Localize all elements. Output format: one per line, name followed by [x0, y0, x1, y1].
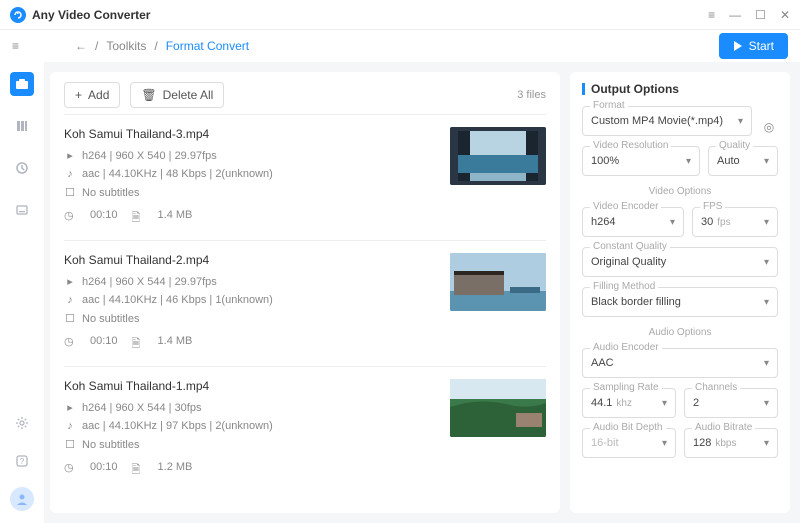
- subtitle-icon: ☐: [64, 186, 76, 199]
- chevron-down-icon: ▾: [764, 358, 769, 369]
- clock-icon: ◷: [64, 209, 76, 228]
- chevron-down-icon: ▾: [764, 156, 769, 167]
- file-icon: 🗎: [132, 209, 144, 228]
- minimize-icon[interactable]: —: [729, 8, 741, 22]
- trash-icon: 🗑: [141, 88, 156, 102]
- chevron-down-icon: ▾: [764, 217, 769, 228]
- file-name: Koh Samui Thailand-1.mp4: [64, 379, 436, 393]
- crumb-current: Format Convert: [166, 39, 249, 53]
- subtitle-icon: ☐: [64, 438, 76, 451]
- audio-icon: ♪: [64, 168, 76, 180]
- clock-icon: ◷: [64, 335, 76, 354]
- sidebar: ?: [0, 62, 44, 523]
- audio-section-label: Audio Options: [582, 327, 778, 338]
- file-count: 3 files: [517, 89, 546, 101]
- chevron-down-icon: ▾: [662, 438, 667, 449]
- svg-text:?: ?: [20, 457, 25, 466]
- thumbnail: [450, 127, 546, 185]
- sidebar-subtitle-icon[interactable]: [10, 198, 34, 222]
- avatar[interactable]: [10, 487, 34, 511]
- chevron-down-icon: ▾: [738, 116, 743, 127]
- chevron-down-icon: ▾: [662, 398, 667, 409]
- video-section-label: Video Options: [582, 186, 778, 197]
- toolbar: ≡ ← / Toolkits / Format Convert Start: [0, 30, 800, 62]
- sidebar-toolkit-icon[interactable]: [10, 72, 34, 96]
- thumbnail: [450, 379, 546, 437]
- add-button[interactable]: +Add: [64, 82, 120, 108]
- close-icon[interactable]: ✕: [780, 8, 790, 22]
- file-icon: 🗎: [132, 461, 144, 480]
- sidebar-library-icon[interactable]: [10, 114, 34, 138]
- file-item[interactable]: Koh Samui Thailand-1.mp4 ▸h264 | 960 X 5…: [64, 366, 546, 492]
- video-icon: ▸: [64, 149, 76, 162]
- chevron-down-icon: ▾: [670, 217, 675, 228]
- file-list: +Add 🗑Delete All 3 files Koh Samui Thail…: [50, 72, 560, 513]
- chevron-down-icon: ▾: [764, 257, 769, 268]
- plus-icon: +: [75, 88, 82, 102]
- video-icon: ▸: [64, 275, 76, 288]
- crumb-root[interactable]: Toolkits: [106, 39, 146, 53]
- breadcrumb: ← / Toolkits / Format Convert: [75, 39, 249, 53]
- subtitle-icon: ☐: [64, 312, 76, 325]
- chevron-down-icon: ▾: [764, 398, 769, 409]
- chevron-down-icon: ▾: [764, 438, 769, 449]
- file-item[interactable]: Koh Samui Thailand-2.mp4 ▸h264 | 960 X 5…: [64, 240, 546, 366]
- menu-icon[interactable]: ≡: [12, 39, 19, 53]
- clock-icon: ◷: [64, 461, 76, 480]
- file-icon: 🗎: [132, 335, 144, 354]
- thumbnail: [450, 253, 546, 311]
- sidebar-history-icon[interactable]: [10, 156, 34, 180]
- file-name: Koh Samui Thailand-3.mp4: [64, 127, 436, 141]
- app-title: Any Video Converter: [32, 8, 150, 22]
- format-settings-icon[interactable]: ◎: [760, 118, 778, 136]
- app-logo-icon: [10, 7, 26, 23]
- audio-icon: ♪: [64, 294, 76, 306]
- help-icon[interactable]: ?: [10, 449, 34, 473]
- file-item[interactable]: Koh Samui Thailand-3.mp4 ▸h264 | 960 X 5…: [64, 114, 546, 240]
- delete-all-button[interactable]: 🗑Delete All: [130, 82, 224, 108]
- settings-icon[interactable]: [10, 411, 34, 435]
- maximize-icon[interactable]: ☐: [755, 8, 766, 22]
- panel-title: Output Options: [582, 82, 778, 96]
- start-button[interactable]: Start: [719, 33, 788, 59]
- play-icon: [733, 41, 743, 51]
- titlebar: Any Video Converter ≡ — ☐ ✕: [0, 0, 800, 30]
- video-icon: ▸: [64, 401, 76, 414]
- output-panel: Output Options Format Custom MP4 Movie(*…: [570, 72, 790, 513]
- chevron-down-icon: ▾: [764, 297, 769, 308]
- chevron-down-icon: ▾: [686, 156, 691, 167]
- file-name: Koh Samui Thailand-2.mp4: [64, 253, 436, 267]
- back-icon[interactable]: ←: [75, 39, 87, 53]
- audio-icon: ♪: [64, 420, 76, 432]
- options-icon[interactable]: ≡: [708, 8, 715, 22]
